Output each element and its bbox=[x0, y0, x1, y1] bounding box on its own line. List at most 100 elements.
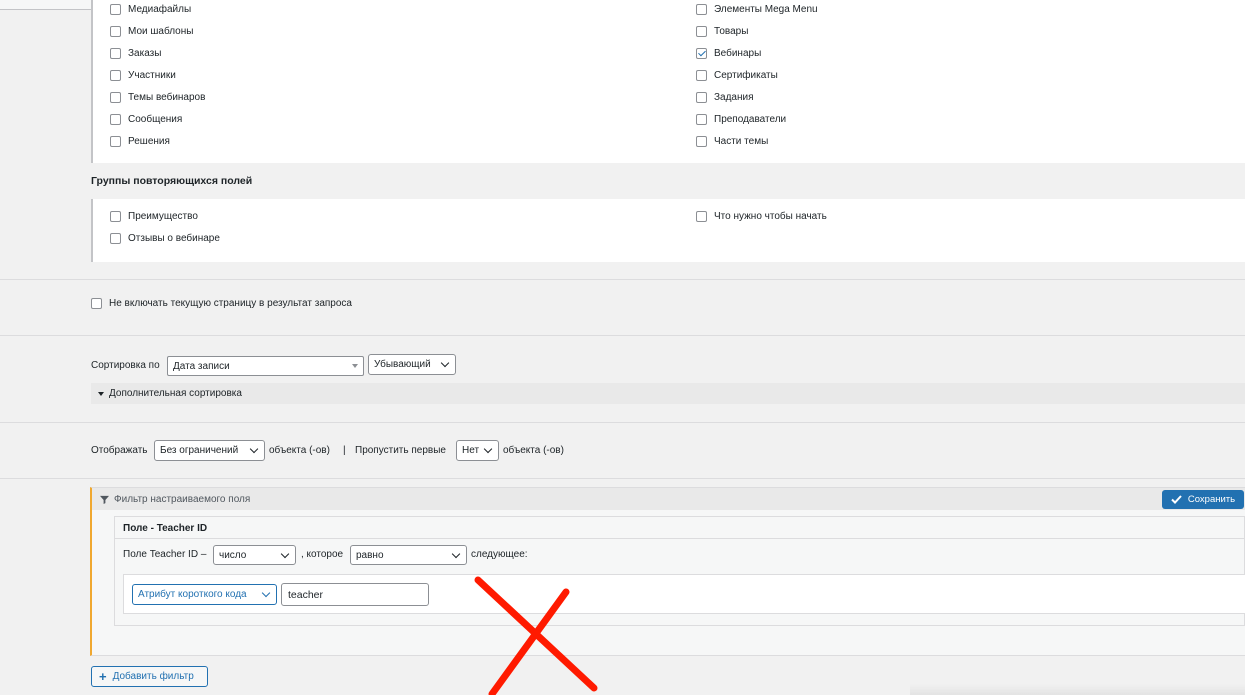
sort-order-value: Убывающий bbox=[374, 359, 431, 370]
sort-field-select[interactable]: Дата записи bbox=[167, 356, 364, 376]
checkbox[interactable] bbox=[110, 113, 121, 125]
field-type-select[interactable]: число bbox=[213, 545, 296, 565]
checkbox-option[interactable]: Участники bbox=[110, 68, 205, 82]
additional-sort-label: Дополнительная сортировка bbox=[109, 388, 242, 399]
additional-sort-toggle[interactable]: Дополнительная сортировка bbox=[91, 383, 1245, 404]
checkbox-label: Сообщения bbox=[128, 113, 183, 125]
save-button[interactable]: Сохранить bbox=[1162, 490, 1244, 509]
checkbox-label: Преимущество bbox=[128, 210, 198, 222]
checkbox-option[interactable]: Заказы bbox=[110, 46, 205, 60]
skip-objects-label: объекта (-ов) bbox=[503, 445, 564, 456]
exclude-current-option[interactable]: Не включать текущую страницу в результат… bbox=[91, 296, 352, 310]
value-source-select[interactable]: Атрибут короткого кода bbox=[132, 584, 277, 605]
checkbox-option[interactable]: Части темы bbox=[696, 134, 818, 148]
chevron-down-icon bbox=[280, 549, 290, 558]
checkbox[interactable] bbox=[110, 69, 121, 81]
divider bbox=[0, 279, 1245, 280]
checkbox[interactable] bbox=[110, 232, 121, 244]
checkbox[interactable] bbox=[696, 69, 707, 81]
dropdown-triangle-icon bbox=[352, 364, 358, 368]
checkbox[interactable] bbox=[110, 47, 121, 59]
exclude-current-label: Не включать текущую страницу в результат… bbox=[109, 297, 352, 309]
attribute-value: teacher bbox=[288, 588, 324, 601]
overlay-shadow bbox=[910, 684, 1245, 695]
checkbox[interactable] bbox=[110, 25, 121, 37]
chevron-down-icon bbox=[483, 444, 493, 454]
repeater-groups-heading: Группы повторяющихся полей bbox=[91, 175, 253, 187]
sort-label: Сортировка по bbox=[91, 360, 160, 371]
checkbox-label: Сертификаты bbox=[714, 69, 778, 81]
skip-label: Пропустить первые bbox=[355, 445, 446, 456]
checkbox[interactable] bbox=[110, 91, 121, 103]
checkbox-option[interactable]: Решения bbox=[110, 134, 205, 148]
skip-value: Нет bbox=[462, 445, 480, 456]
divider bbox=[0, 422, 1245, 423]
checkbox[interactable] bbox=[696, 210, 707, 222]
post-types-right-column: Элементы Mega Menu Товары Вебинары Сертифик… bbox=[696, 2, 818, 156]
checkbox-option[interactable]: Задания bbox=[696, 90, 818, 104]
chevron-down-icon bbox=[249, 444, 259, 454]
sort-order-select[interactable]: Убывающий bbox=[368, 354, 456, 375]
checkbox[interactable] bbox=[110, 210, 121, 222]
post-types-block: Медиафайлы Мои шаблоны Заказы Участники Темы… bbox=[91, 0, 1245, 163]
checkbox[interactable] bbox=[696, 25, 707, 37]
checkbox-option[interactable]: Медиафайлы bbox=[110, 2, 205, 16]
filter-panel-header: Фильтр настраиваемого поля bbox=[92, 488, 1245, 510]
checkbox-label: Отзывы о вебинаре bbox=[128, 232, 220, 244]
field-title: Поле - Teacher ID bbox=[123, 523, 208, 534]
field-prefix-label: Поле Teacher ID – bbox=[123, 549, 207, 560]
checkbox[interactable] bbox=[696, 135, 707, 147]
which-label: , которое bbox=[301, 549, 344, 560]
comparison-select[interactable]: равно bbox=[350, 545, 467, 565]
checkbox-label: Участники bbox=[128, 69, 176, 81]
checkbox-option[interactable]: Что нужно чтобы начать bbox=[696, 209, 827, 223]
checkbox-option[interactable]: Товары bbox=[696, 24, 818, 38]
checkbox-option[interactable]: Преподаватели bbox=[696, 112, 818, 126]
checkbox-label: Медиафайлы bbox=[128, 3, 192, 15]
checkbox-option[interactable]: Сообщения bbox=[110, 112, 205, 126]
chevron-down-icon bbox=[440, 358, 450, 368]
checkbox[interactable] bbox=[110, 135, 121, 147]
checkbox[interactable] bbox=[696, 91, 707, 103]
checkbox-label: Темы вебинаров bbox=[128, 91, 206, 103]
field-title-divider bbox=[115, 538, 1245, 539]
filter-panel-title: Фильтр настраиваемого поля bbox=[114, 493, 251, 505]
skip-select[interactable]: Нет bbox=[456, 440, 499, 461]
exclude-current-checkbox[interactable] bbox=[91, 297, 102, 309]
plus-icon: + bbox=[99, 669, 107, 684]
limit-value: Без ограничений bbox=[160, 445, 239, 456]
checkbox-option[interactable]: Мои шаблоны bbox=[110, 24, 205, 38]
checkbox-label: Элементы Mega Menu bbox=[714, 3, 818, 15]
checkbox-label: Что нужно чтобы начать bbox=[714, 210, 827, 222]
checkbox[interactable] bbox=[696, 3, 707, 15]
checkbox-option[interactable]: Сертификаты bbox=[696, 68, 818, 82]
checkbox-option[interactable]: Вебинары bbox=[696, 46, 818, 60]
repeater-right-column: Что нужно чтобы начать bbox=[696, 209, 827, 231]
add-filter-button[interactable]: + Добавить фильтр bbox=[91, 666, 208, 687]
checkbox-label: Мои шаблоны bbox=[128, 25, 194, 37]
chevron-down-icon bbox=[451, 549, 461, 558]
chevron-down-icon bbox=[261, 588, 271, 598]
value-source-value: Атрибут короткого кода bbox=[138, 589, 247, 600]
field-type-value: число bbox=[219, 549, 247, 561]
field-box: Поле - Teacher ID Поле Teacher ID – числ… bbox=[114, 516, 1245, 626]
red-x-annotation bbox=[474, 576, 598, 695]
checkmark-icon bbox=[1171, 495, 1182, 504]
attribute-input[interactable]: teacher bbox=[281, 583, 429, 606]
divider bbox=[0, 478, 1245, 479]
checkbox[interactable] bbox=[696, 113, 707, 125]
repeater-left-column: Преимущество Отзывы о вебинаре bbox=[110, 209, 220, 253]
checkbox-option[interactable]: Преимущество bbox=[110, 209, 220, 223]
following-label: следующее: bbox=[471, 549, 528, 560]
checkbox[interactable] bbox=[110, 3, 121, 15]
checkbox-option[interactable]: Темы вебинаров bbox=[110, 90, 205, 104]
sort-field-value: Дата записи bbox=[173, 360, 230, 372]
value-row: Атрибут короткого кода teacher bbox=[123, 574, 1245, 614]
checkbox-option[interactable]: Отзывы о вебинаре bbox=[110, 231, 220, 245]
checkbox[interactable] bbox=[696, 47, 707, 59]
checkbox-option[interactable]: Элементы Mega Menu bbox=[696, 2, 818, 16]
checkbox-label: Преподаватели bbox=[714, 113, 787, 125]
checkbox-label: Заказы bbox=[128, 47, 162, 59]
objects-label: объекта (-ов) bbox=[269, 445, 330, 456]
limit-select[interactable]: Без ограничений bbox=[154, 440, 265, 461]
